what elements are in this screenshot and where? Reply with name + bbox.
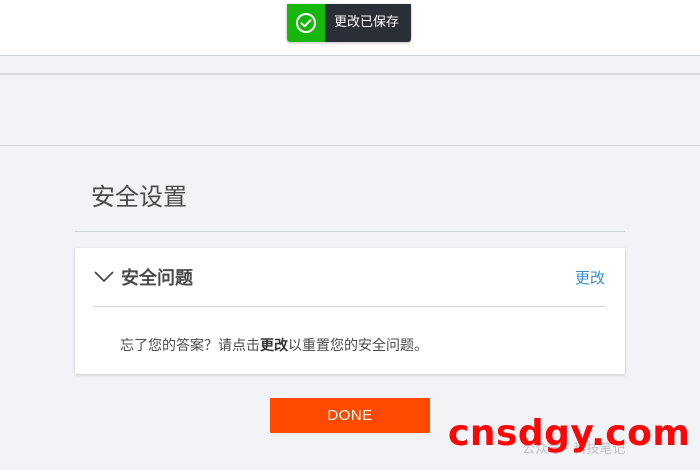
- divider: [0, 73, 700, 75]
- description-prefix: 忘了您的答案？请点击: [120, 338, 260, 354]
- divider: [0, 145, 700, 146]
- page-title: 安全设置: [91, 183, 187, 211]
- saved-toast: 更改已保存: [287, 4, 412, 42]
- done-button[interactable]: DONE: [270, 398, 430, 433]
- toast-message: 更改已保存: [325, 4, 412, 42]
- description-change-word: 更改: [260, 338, 288, 354]
- chevron-down-icon[interactable]: [93, 266, 115, 288]
- change-link[interactable]: 更改: [575, 267, 605, 288]
- security-questions-card: 安全问题 更改 忘了您的答案？请点击更改以重置您的安全问题。: [75, 248, 625, 374]
- description-suffix: 以重置您的安全问题。: [288, 338, 428, 354]
- card-header[interactable]: 安全问题 更改: [93, 262, 605, 292]
- check-circle-icon: [287, 4, 325, 42]
- card-description: 忘了您的答案？请点击更改以重置您的安全问题。: [120, 335, 428, 355]
- card-divider: [93, 306, 605, 307]
- card-title: 安全问题: [121, 268, 193, 289]
- watermark: cnsdgy.com: [448, 413, 691, 454]
- title-divider: [75, 231, 625, 232]
